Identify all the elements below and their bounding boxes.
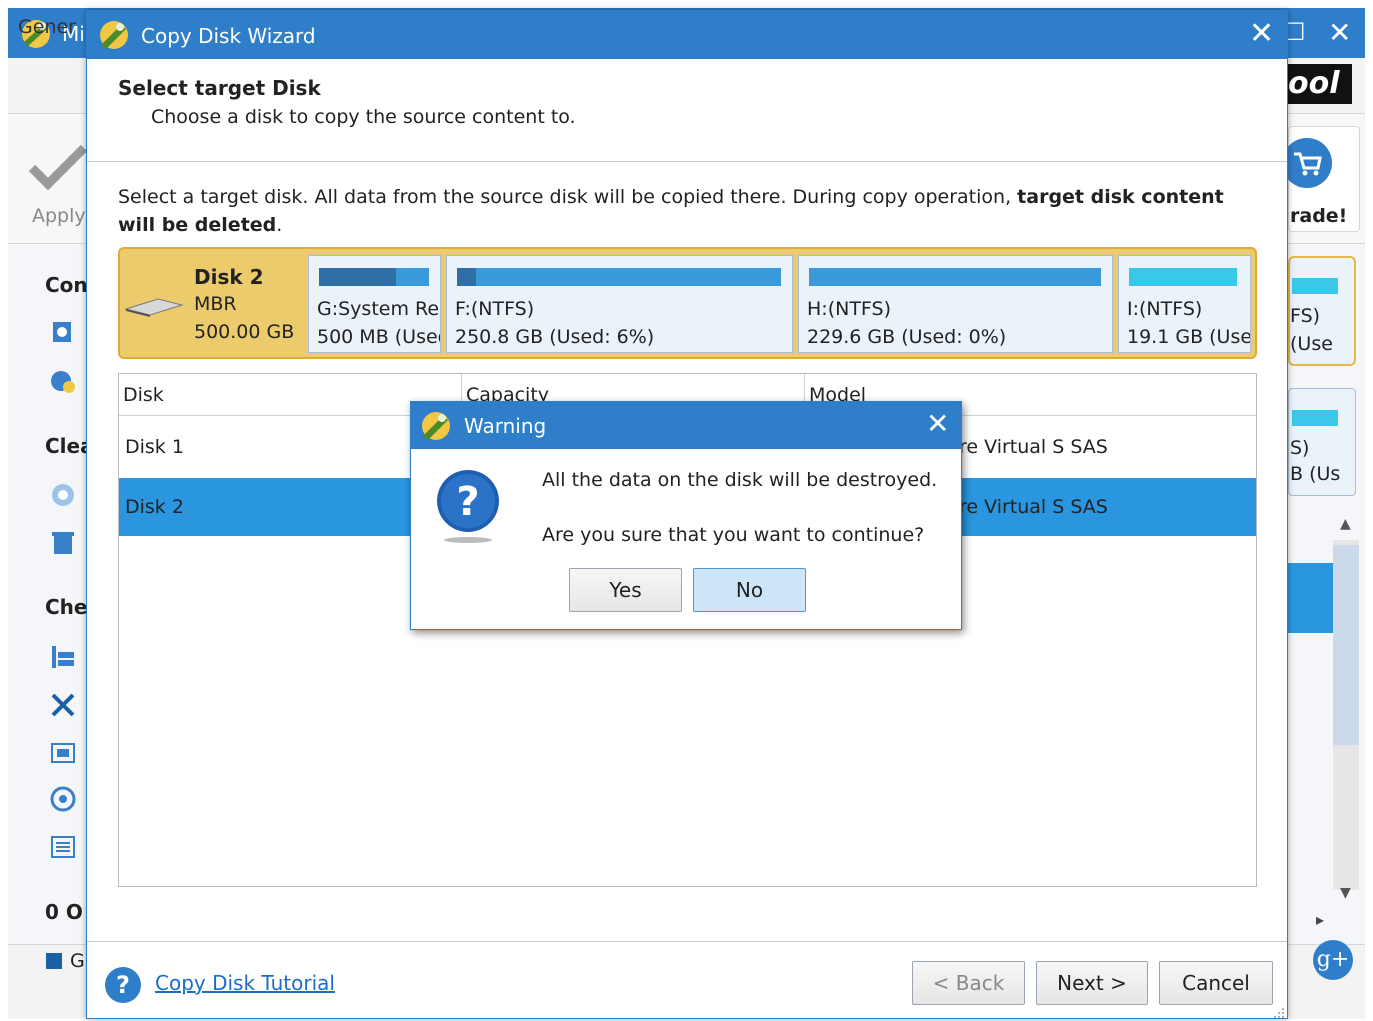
cancel-button[interactable]: Cancel (1159, 961, 1273, 1005)
footer-divider (87, 941, 1287, 942)
svg-text:?: ? (456, 479, 479, 525)
wizard-title: Copy Disk Wizard (141, 24, 316, 48)
disk-map-size: 500.00 GB (194, 321, 295, 343)
partition-usage-fill (457, 268, 477, 286)
apply-button-label[interactable]: Apply (32, 205, 86, 227)
surface-test-icon[interactable] (50, 740, 76, 766)
bg-partition-info: (Use (1290, 333, 1333, 355)
next-button[interactable]: Next > (1036, 961, 1148, 1005)
brand-logo: ool (1286, 64, 1352, 104)
bg-partition-bar (1292, 278, 1338, 294)
partition-name: G:System Re (317, 298, 440, 320)
partition-usage-fill (319, 268, 396, 286)
row-disk-model: re Virtual S SAS (959, 496, 1108, 518)
partition-usage-bar (809, 268, 1101, 286)
cart-icon (1282, 138, 1332, 188)
partition-block[interactable]: H:(NTFS) 229.6 GB (Used: 0%) (798, 255, 1113, 353)
bg-partition-label: FS) (1290, 305, 1321, 327)
wipe-disk-icon[interactable] (50, 482, 76, 508)
scroll-right-icon[interactable]: ▸ (1316, 910, 1324, 929)
upgrade-label[interactable]: rade! (1290, 205, 1347, 227)
migrate-icon[interactable] (50, 368, 76, 394)
bg-partition-info-2: B (Us (1290, 463, 1341, 485)
main-close-icon[interactable]: ✕ (1328, 16, 1351, 49)
partition-usage-bar (319, 268, 429, 286)
warning-title: Warning (464, 414, 547, 438)
disk-copy-icon[interactable] (50, 320, 76, 346)
disk-map-name: Disk 2 (194, 265, 264, 289)
instructions-text: Select a target disk. All data from the … (118, 186, 1018, 208)
delete-partition-icon[interactable] (50, 530, 76, 556)
warning-message-destroy: All the data on the disk will be destroy… (542, 469, 938, 491)
disk-map-type: MBR (194, 293, 237, 315)
benchmark-icon[interactable] (50, 786, 76, 812)
wizard-step-subheading: Choose a disk to copy the source content… (151, 106, 576, 128)
wizard-instructions: Select a target disk. All data from the … (118, 183, 1258, 239)
align-icon[interactable] (50, 644, 76, 670)
pending-operations-label: 0 O (45, 900, 83, 924)
wizard-step-heading: Select target Disk (118, 76, 321, 100)
scroll-down-icon[interactable]: ▼ (1340, 885, 1351, 901)
partition-name: I:(NTFS) (1127, 298, 1203, 320)
resize-grip-icon[interactable] (1273, 1007, 1285, 1019)
row-disk-name: Disk 2 (125, 496, 184, 518)
partition-usage-bar (457, 268, 781, 286)
help-icon[interactable]: ? (105, 967, 141, 1003)
partition-name: F:(NTFS) (455, 298, 535, 320)
warning-app-icon (422, 412, 450, 440)
back-button[interactable]: < Back (912, 961, 1025, 1005)
bg-partition-label-2: S) (1290, 437, 1310, 459)
partition-name: H:(NTFS) (807, 298, 891, 320)
action-sidebar (8, 244, 88, 944)
status-checkbox[interactable] (46, 953, 62, 969)
scroll-up-icon[interactable]: ▲ (1340, 516, 1351, 532)
partition-usage-bar (1129, 268, 1237, 286)
partition-block[interactable]: F:(NTFS) 250.8 GB (Used: 6%) (446, 255, 793, 353)
disk-map[interactable]: Disk 2 MBR 500.00 GB G:System Re 500 MB … (118, 247, 1257, 359)
bg-selected-row[interactable] (1288, 563, 1333, 633)
partition-info: 500 MB (Used (317, 326, 441, 348)
no-button[interactable]: No (693, 568, 806, 612)
scrollbar-thumb[interactable] (1333, 545, 1359, 745)
row-disk-model: re Virtual S SAS (959, 436, 1108, 458)
google-plus-icon[interactable]: g+ (1313, 940, 1353, 980)
warning-close-icon[interactable]: ✕ (926, 410, 949, 438)
instructions-period: . (276, 214, 283, 236)
tools-icon[interactable] (50, 692, 76, 718)
menu-general[interactable]: Gener (18, 16, 76, 38)
warning-message-confirm: Are you sure that you want to continue? (542, 524, 925, 546)
status-checkbox-label: G (70, 950, 85, 972)
yes-button[interactable]: Yes (569, 568, 682, 612)
copy-disk-tutorial-link[interactable]: Copy Disk Tutorial (155, 971, 335, 995)
hard-disk-icon (124, 298, 184, 317)
header-divider (87, 161, 1287, 162)
wizard-app-icon (100, 21, 128, 49)
apply-check-icon[interactable] (28, 138, 88, 198)
partition-block[interactable]: I:(NTFS) 19.1 GB (Use (1118, 255, 1251, 353)
partition-block[interactable]: G:System Re 500 MB (Used (308, 255, 441, 353)
wizard-close-icon[interactable]: ✕ (1249, 19, 1274, 49)
partition-info: 229.6 GB (Used: 0%) (807, 326, 1007, 348)
warning-dialog: Warning ✕ ? All the data on the disk wil… (410, 401, 962, 630)
properties-icon[interactable] (50, 834, 76, 860)
sidebar-heading-convert: Con (45, 273, 88, 297)
partition-info: 250.8 GB (Used: 6%) (455, 326, 655, 348)
question-icon: ? (437, 470, 499, 543)
sidebar-heading-check: Che (45, 595, 88, 619)
row-disk-name: Disk 1 (125, 436, 184, 458)
bg-partition-bar-2 (1292, 410, 1338, 426)
partition-info: 19.1 GB (Use (1127, 326, 1251, 348)
